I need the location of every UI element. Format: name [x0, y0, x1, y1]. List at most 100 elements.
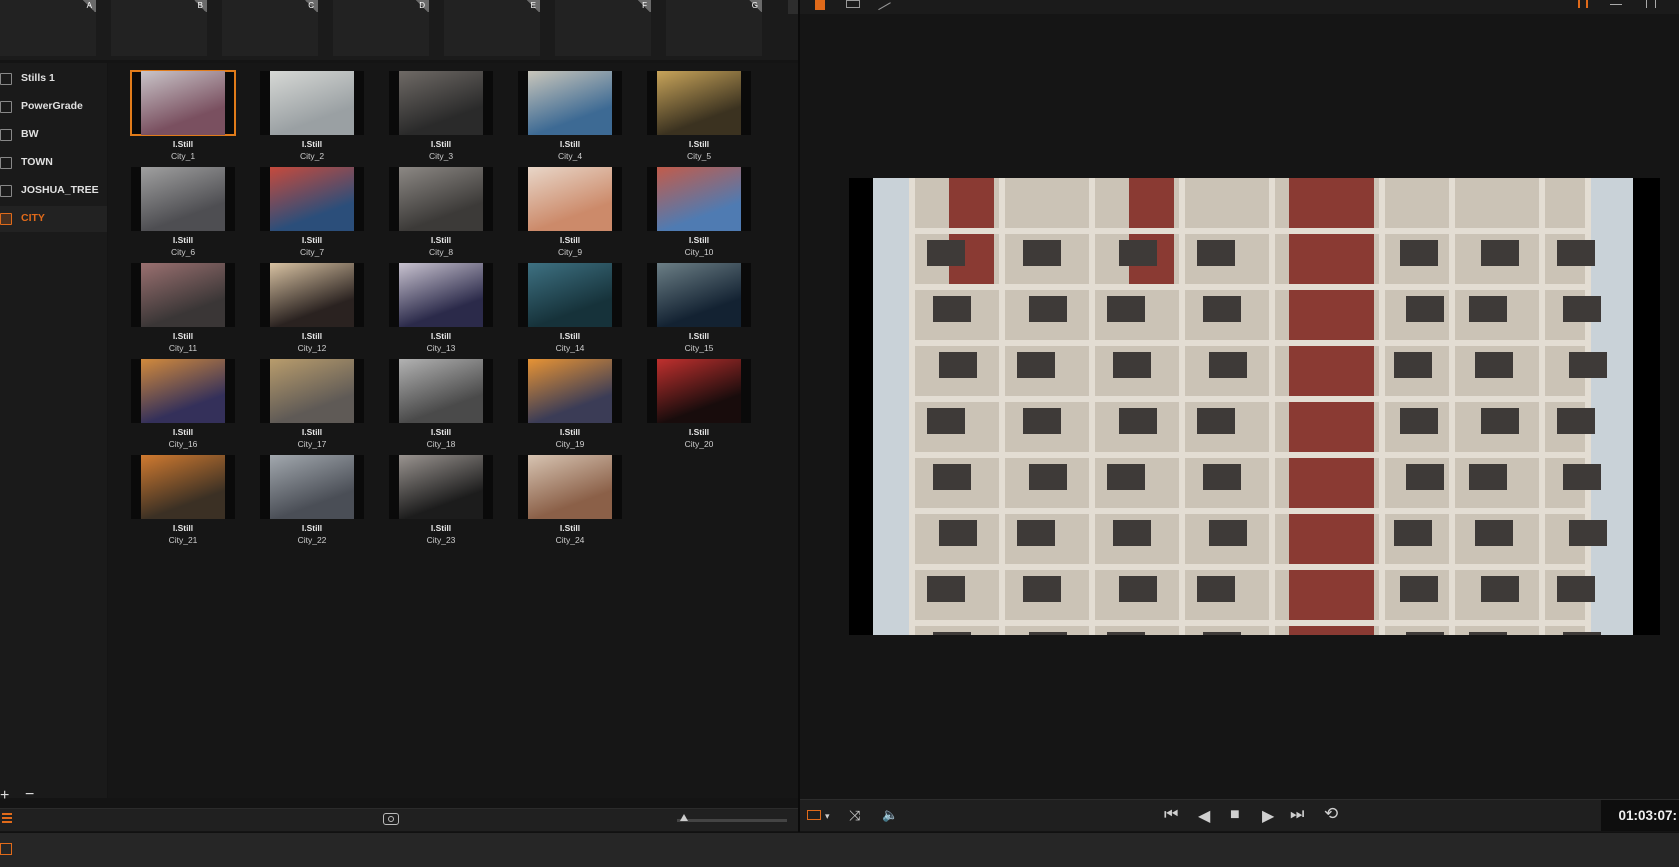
still-thumbnail[interactable]: I.Still City_3 — [389, 67, 493, 161]
still-thumbnail[interactable]: I.Still City_1 — [130, 67, 236, 161]
memory-slot-d[interactable]: D — [333, 0, 429, 56]
thumbnail-zoom-slider[interactable] — [677, 814, 787, 822]
still-type-label: I.Still — [301, 139, 323, 149]
memory-slot-a[interactable]: A — [0, 0, 96, 56]
album-item-powergrade[interactable]: PowerGrade — [0, 94, 107, 120]
window-opening — [1023, 240, 1061, 266]
album-item-joshua-tree[interactable]: JOSHUA_TREE — [0, 178, 107, 204]
still-frame — [518, 359, 622, 423]
still-thumbnail[interactable]: I.Still City_16 — [131, 355, 235, 449]
album-item-town[interactable]: TOWN — [0, 150, 107, 176]
viewer-mode-icon[interactable] — [807, 810, 821, 820]
memory-slot-strip: A B C D E F G — [0, 0, 800, 60]
still-image — [141, 455, 225, 519]
still-type-label: I.Still — [430, 139, 452, 149]
still-frame — [647, 71, 751, 135]
loop-icon[interactable]: ⟲ — [1324, 804, 1338, 824]
still-thumbnail[interactable]: I.Still City_20 — [647, 355, 751, 449]
window-opening — [939, 352, 977, 378]
page-icon[interactable] — [0, 843, 12, 855]
grab-still-camera-icon[interactable] — [383, 813, 399, 825]
album-icon — [0, 73, 12, 85]
window-opening — [1557, 576, 1595, 602]
chevron-down-icon[interactable]: ▾ — [825, 811, 830, 822]
still-thumbnail[interactable]: I.Still City_5 — [647, 67, 751, 161]
memory-slot-e[interactable]: E — [444, 0, 540, 56]
still-thumbnail[interactable]: I.Still City_18 — [389, 355, 493, 449]
still-thumbnail[interactable]: I.Still City_9 — [518, 163, 622, 257]
add-album-button[interactable]: + — [0, 787, 9, 805]
split-wipe-icon[interactable] — [1578, 0, 1588, 8]
single-view-icon[interactable] — [815, 0, 825, 10]
still-thumbnail[interactable]: I.Still City_22 — [260, 451, 364, 545]
still-frame — [518, 167, 622, 231]
list-view-icon[interactable] — [2, 813, 12, 825]
still-thumbnail[interactable]: I.Still City_15 — [647, 259, 751, 353]
go-to-last-icon[interactable]: ⏭ — [1290, 806, 1304, 824]
window-opening — [1469, 632, 1507, 635]
shuffle-icon[interactable]: ⤨ — [849, 807, 860, 824]
go-to-first-icon[interactable]: ⏮ — [1164, 806, 1178, 824]
still-thumbnail[interactable]: I.Still City_4 — [518, 67, 622, 161]
memory-slot-g[interactable]: G — [666, 0, 762, 56]
still-type-label: I.Still — [301, 427, 323, 437]
grid-view-icon[interactable] — [846, 0, 860, 8]
window-opening — [1017, 352, 1055, 378]
still-image — [657, 71, 741, 135]
album-item-bw[interactable]: BW — [0, 122, 107, 148]
bottom-status-bar — [0, 832, 1679, 867]
window-opening — [1406, 464, 1444, 490]
still-name-label: City_7 — [299, 247, 325, 257]
still-name-label: City_4 — [557, 151, 583, 161]
step-back-icon[interactable]: ◀ — [1198, 806, 1210, 826]
still-image — [399, 71, 483, 135]
strip-scrollbar[interactable] — [788, 0, 798, 14]
still-thumbnail[interactable]: I.Still City_12 — [260, 259, 364, 353]
still-frame — [260, 359, 364, 423]
memory-slot-b[interactable]: B — [111, 0, 207, 56]
still-frame — [260, 167, 364, 231]
still-thumbnail[interactable]: I.Still City_8 — [389, 163, 493, 257]
zoom-slider-handle[interactable] — [680, 814, 688, 821]
still-thumbnail[interactable]: I.Still City_6 — [131, 163, 235, 257]
album-icon — [0, 185, 12, 197]
still-thumbnail[interactable]: I.Still City_2 — [260, 67, 364, 161]
window-opening — [1563, 296, 1601, 322]
album-item-stills-1[interactable]: Stills 1 — [0, 66, 107, 92]
audio-volume-icon[interactable]: 🔈 — [882, 807, 898, 823]
album-item-city[interactable]: CITY — [0, 206, 107, 232]
still-name-label: City_20 — [684, 439, 714, 449]
still-thumbnail[interactable]: I.Still City_17 — [260, 355, 364, 449]
still-type-label: I.Still — [301, 523, 323, 533]
window-opening — [1394, 520, 1432, 546]
window-opening — [1197, 576, 1235, 602]
remove-album-button[interactable]: − — [25, 786, 34, 804]
slot-letter: A — [86, 1, 92, 10]
window-opening — [927, 240, 965, 266]
still-image — [657, 359, 741, 423]
still-thumbnail[interactable]: I.Still City_24 — [518, 451, 622, 545]
still-thumbnail[interactable]: I.Still City_13 — [389, 259, 493, 353]
memory-slot-f[interactable]: F — [555, 0, 651, 56]
still-type-label: I.Still — [559, 235, 581, 245]
memory-slot-c[interactable]: C — [222, 0, 318, 56]
still-name-label: City_23 — [426, 535, 456, 545]
viewer-transport-bar: ▾ ⤨ 🔈 ⏮ ◀ ■ ▶ ⏭ ⟲ 01:03:07: — [800, 799, 1679, 831]
still-thumbnail[interactable]: I.Still City_7 — [260, 163, 364, 257]
fullscreen-icon[interactable] — [1646, 0, 1656, 8]
play-icon[interactable]: ▶ — [1262, 806, 1274, 826]
still-frame — [389, 359, 493, 423]
still-thumbnail[interactable]: I.Still City_10 — [647, 163, 751, 257]
still-name-label: City_21 — [168, 535, 198, 545]
slot-letter: G — [751, 1, 758, 10]
still-thumbnail[interactable]: I.Still City_11 — [131, 259, 235, 353]
still-thumbnail[interactable]: I.Still City_19 — [518, 355, 622, 449]
still-thumbnail[interactable]: I.Still City_21 — [131, 451, 235, 545]
stop-icon[interactable]: ■ — [1230, 806, 1240, 824]
still-name-label: City_6 — [170, 247, 196, 257]
still-frame — [389, 71, 493, 135]
still-name-label: City_19 — [555, 439, 585, 449]
still-thumbnail[interactable]: I.Still City_14 — [518, 259, 622, 353]
still-thumbnail[interactable]: I.Still City_23 — [389, 451, 493, 545]
window-opening — [1475, 520, 1513, 546]
